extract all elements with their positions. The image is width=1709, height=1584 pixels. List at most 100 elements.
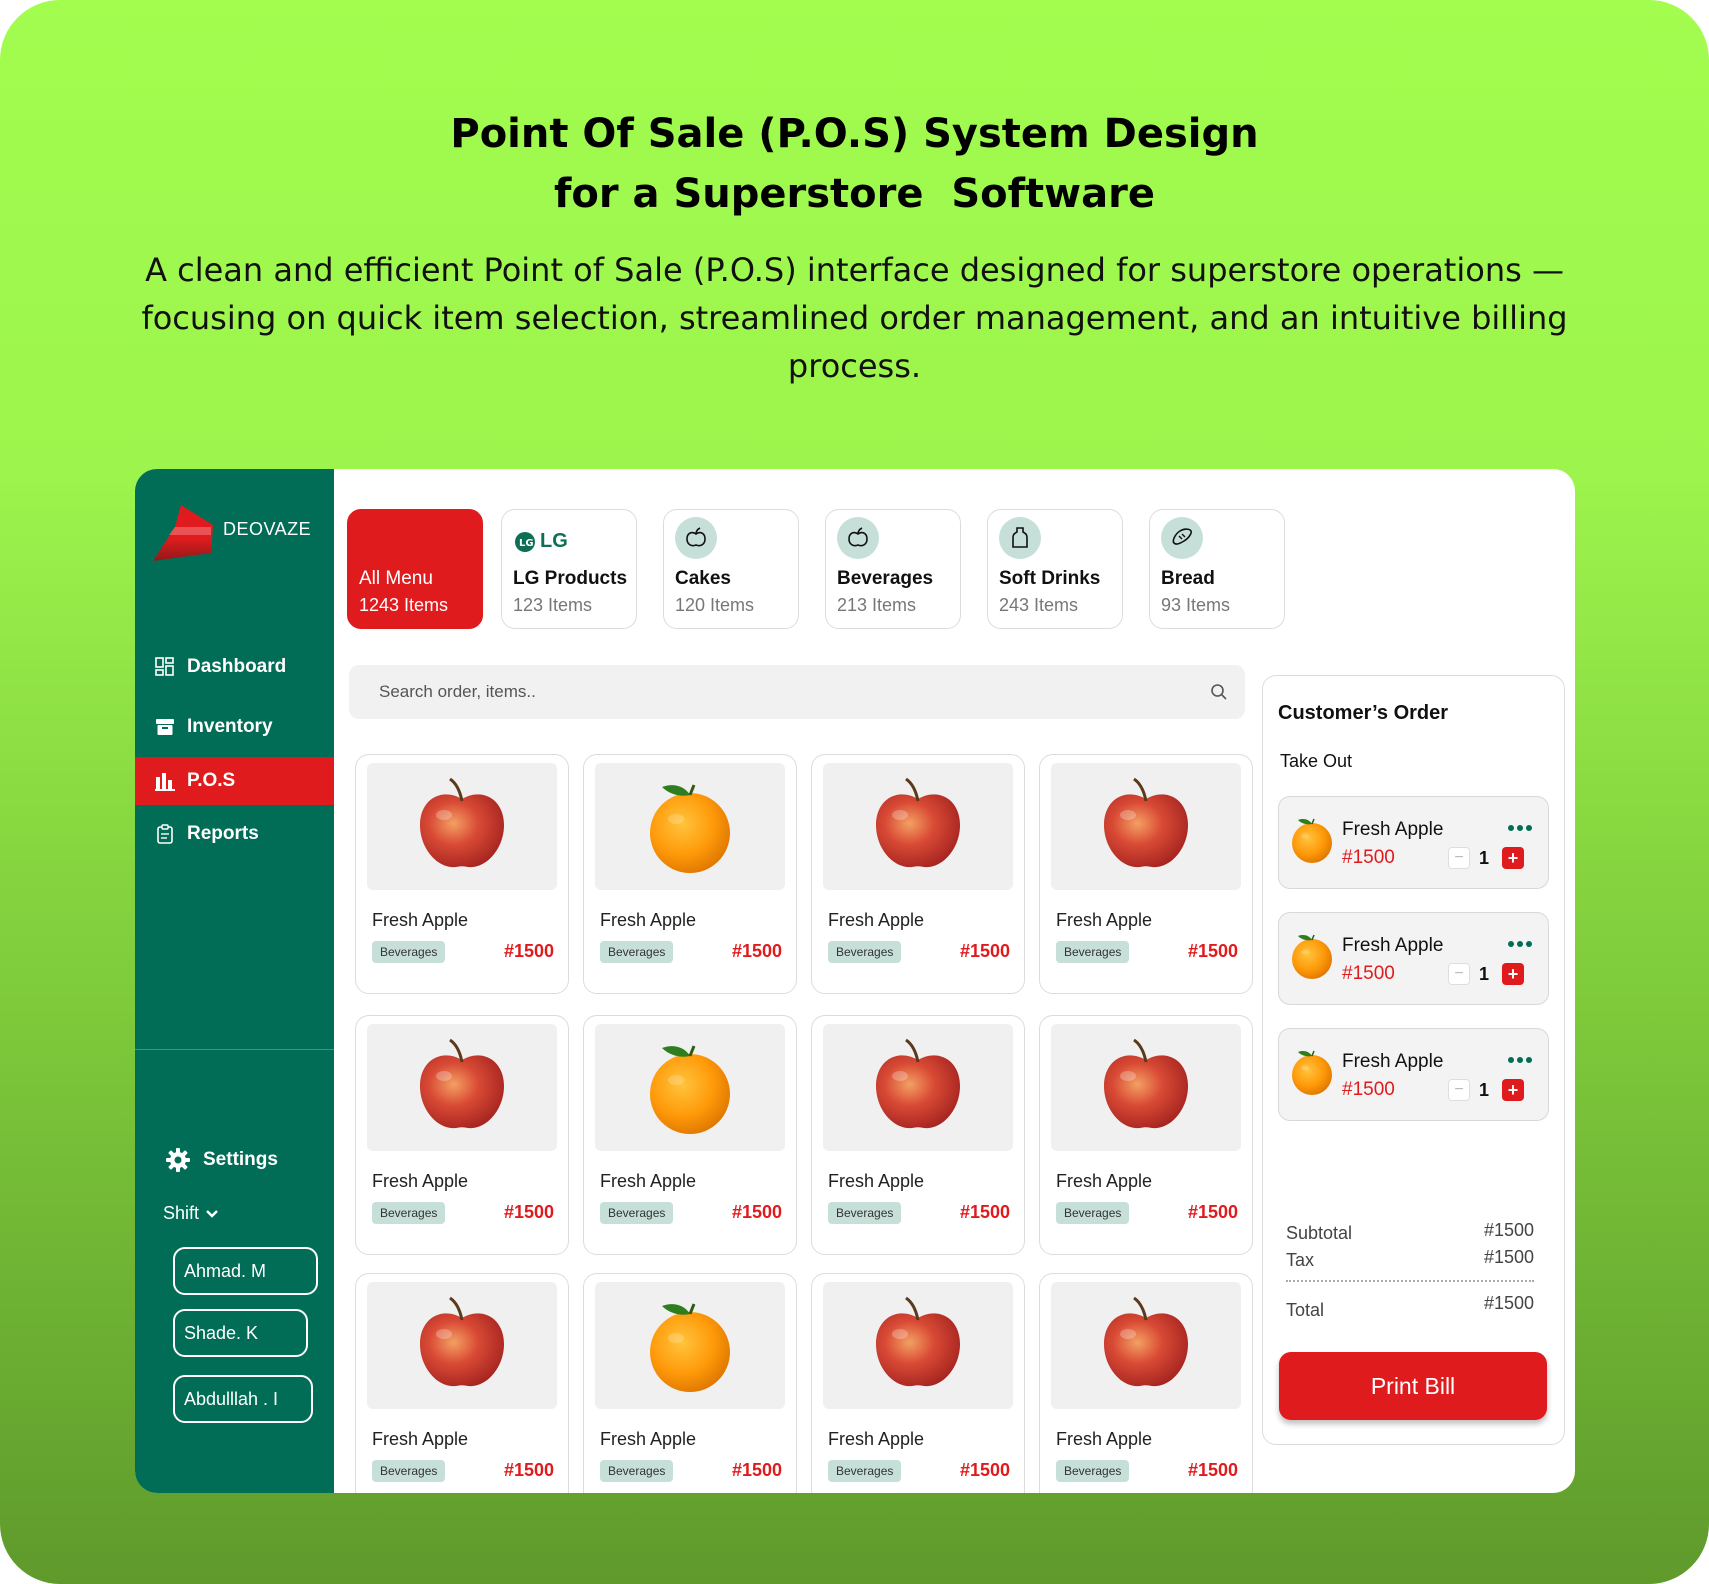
settings-button[interactable]: Settings	[165, 1147, 278, 1173]
product-card[interactable]: Fresh Apple Beverages #1500	[1039, 1273, 1253, 1493]
product-image	[1051, 1282, 1241, 1409]
orange-image	[648, 783, 732, 874]
orange-image	[1291, 1050, 1333, 1096]
clipboard-icon	[157, 824, 173, 844]
order-item-name: Fresh Apple	[1342, 935, 1444, 956]
product-card[interactable]: Fresh Apple Beverages #1500	[811, 1273, 1025, 1493]
product-card[interactable]: Fresh Apple Beverages #1500	[583, 754, 797, 994]
category-count: 120 Items	[675, 595, 755, 615]
apple-image	[1102, 777, 1190, 869]
title-line-2: for a Superstore Software	[554, 171, 1155, 217]
category-bread[interactable]: Bread 93 Items	[1149, 509, 1285, 629]
bread-icon	[1161, 517, 1203, 559]
product-name: Fresh Apple	[600, 910, 697, 930]
orange-image	[1291, 934, 1333, 980]
product-name: Fresh Apple	[372, 1171, 469, 1191]
product-card[interactable]: Fresh Apple Beverages #1500	[811, 1015, 1025, 1255]
chevron-down-icon	[206, 1209, 218, 1218]
category-cakes[interactable]: Cakes 120 Items	[663, 509, 799, 629]
more-options-icon[interactable]	[1508, 825, 1532, 831]
print-bill-button[interactable]: Print Bill	[1279, 1352, 1547, 1420]
product-card[interactable]: Fresh Apple Beverages #1500	[355, 1273, 569, 1493]
order-item: Fresh Apple #1500 −1 +	[1278, 796, 1549, 889]
product-card[interactable]: Fresh Apple Beverages #1500	[355, 754, 569, 994]
category-beverages[interactable]: Beverages 213 Items	[825, 509, 961, 629]
staff-chip[interactable]: Abdulllah . I	[173, 1375, 313, 1423]
product-card[interactable]: Fresh Apple Beverages #1500	[1039, 1015, 1253, 1255]
page-background: Point Of Sale (P.O.S) System Design for …	[0, 0, 1709, 1584]
sidebar-item-pos[interactable]: P.O.S	[135, 757, 334, 805]
apple-icon	[675, 517, 717, 559]
more-options-icon[interactable]	[1508, 941, 1532, 947]
product-price: #1500	[1187, 1202, 1238, 1222]
product-card[interactable]: Fresh Apple Beverages #1500	[583, 1273, 797, 1493]
more-options-icon[interactable]	[1508, 1057, 1532, 1063]
product-card[interactable]: Fresh Apple Beverages #1500	[811, 754, 1025, 994]
product-card[interactable]: Fresh Apple Beverages #1500	[1039, 754, 1253, 994]
product-category-tag: Beverages	[372, 941, 446, 963]
order-item-price: #1500	[1342, 1079, 1395, 1100]
tax-value: #1500	[1483, 1247, 1534, 1267]
product-price: #1500	[731, 941, 782, 961]
product-name: Fresh Apple	[372, 910, 469, 930]
gear-icon	[166, 1148, 190, 1172]
apple-image	[1102, 1038, 1190, 1130]
search-placeholder: Search order, items..	[379, 682, 536, 701]
product-image	[367, 763, 557, 890]
product-name: Fresh Apple	[1056, 1429, 1153, 1449]
category-all-menu[interactable]: All Menu 1243 Items	[347, 509, 483, 629]
category-soft-drinks[interactable]: Soft Drinks 243 Items	[987, 509, 1123, 629]
total-value: #1500	[1483, 1293, 1534, 1313]
product-category-tag: Beverages	[1056, 1202, 1130, 1224]
product-price: #1500	[731, 1460, 782, 1480]
category-lg-products[interactable]: LG LG LG Products 123 Items	[501, 509, 637, 629]
staff-chip[interactable]: Ahmad. M	[173, 1247, 318, 1295]
orange-image	[1291, 818, 1333, 864]
decrease-quantity-button[interactable]: −	[1448, 1079, 1470, 1101]
increase-quantity-button[interactable]: +	[1502, 847, 1524, 869]
bottle-icon	[999, 517, 1041, 559]
category-name: LG Products	[513, 568, 628, 589]
category-name: All Menu	[359, 568, 433, 589]
category-count: 1243 Items	[359, 595, 449, 615]
increase-quantity-button[interactable]: +	[1502, 1079, 1524, 1101]
product-category-tag: Beverages	[828, 1202, 902, 1224]
decrease-quantity-button[interactable]: −	[1448, 963, 1470, 985]
increase-quantity-button[interactable]: +	[1502, 963, 1524, 985]
sidebar-item-label: Dashboard	[187, 656, 287, 677]
search-input[interactable]: Search order, items..	[349, 665, 1245, 719]
order-item-name: Fresh Apple	[1342, 819, 1444, 840]
category-count: 93 Items	[1161, 595, 1231, 615]
product-price: #1500	[731, 1202, 782, 1222]
page-title: Point Of Sale (P.O.S) System Design for …	[0, 104, 1709, 224]
product-image	[595, 763, 785, 890]
apple-image	[418, 1296, 506, 1388]
product-name: Fresh Apple	[600, 1171, 697, 1191]
product-price: #1500	[1187, 1460, 1238, 1480]
product-name: Fresh Apple	[828, 1429, 925, 1449]
customer-order-panel: Customer’s Order Take Out Fresh Apple #15…	[1262, 675, 1565, 1445]
sidebar-item-label: P.O.S	[187, 770, 236, 791]
apple-icon	[837, 517, 879, 559]
category-name: Beverages	[837, 568, 934, 589]
staff-chip[interactable]: Shade. K	[173, 1309, 308, 1357]
page-description: A clean and efficient Point of Sale (P.O…	[141, 251, 1568, 385]
product-price: #1500	[959, 1460, 1010, 1480]
product-category-tag: Beverages	[828, 941, 902, 963]
product-category-tag: Beverages	[600, 1202, 674, 1224]
product-card[interactable]: Fresh Apple Beverages #1500	[355, 1015, 569, 1255]
order-item-price: #1500	[1342, 963, 1395, 984]
sidebar-item-inventory[interactable]: Inventory	[135, 703, 334, 751]
sidebar-item-reports[interactable]: Reports	[135, 810, 334, 858]
subtotal-value: #1500	[1483, 1220, 1534, 1240]
order-item: Fresh Apple #1500 −1 +	[1278, 1028, 1549, 1121]
product-image	[367, 1282, 557, 1409]
product-card[interactable]: Fresh Apple Beverages #1500	[583, 1015, 797, 1255]
decrease-quantity-button[interactable]: −	[1448, 847, 1470, 869]
brand-name: DEOVAZE	[223, 519, 312, 539]
sidebar-item-dashboard[interactable]: Dashboard	[135, 643, 334, 691]
orange-image	[648, 1302, 732, 1393]
shift-dropdown[interactable]: Shift	[163, 1203, 219, 1224]
search-icon[interactable]	[1209, 682, 1229, 702]
category-count: 243 Items	[999, 595, 1079, 615]
